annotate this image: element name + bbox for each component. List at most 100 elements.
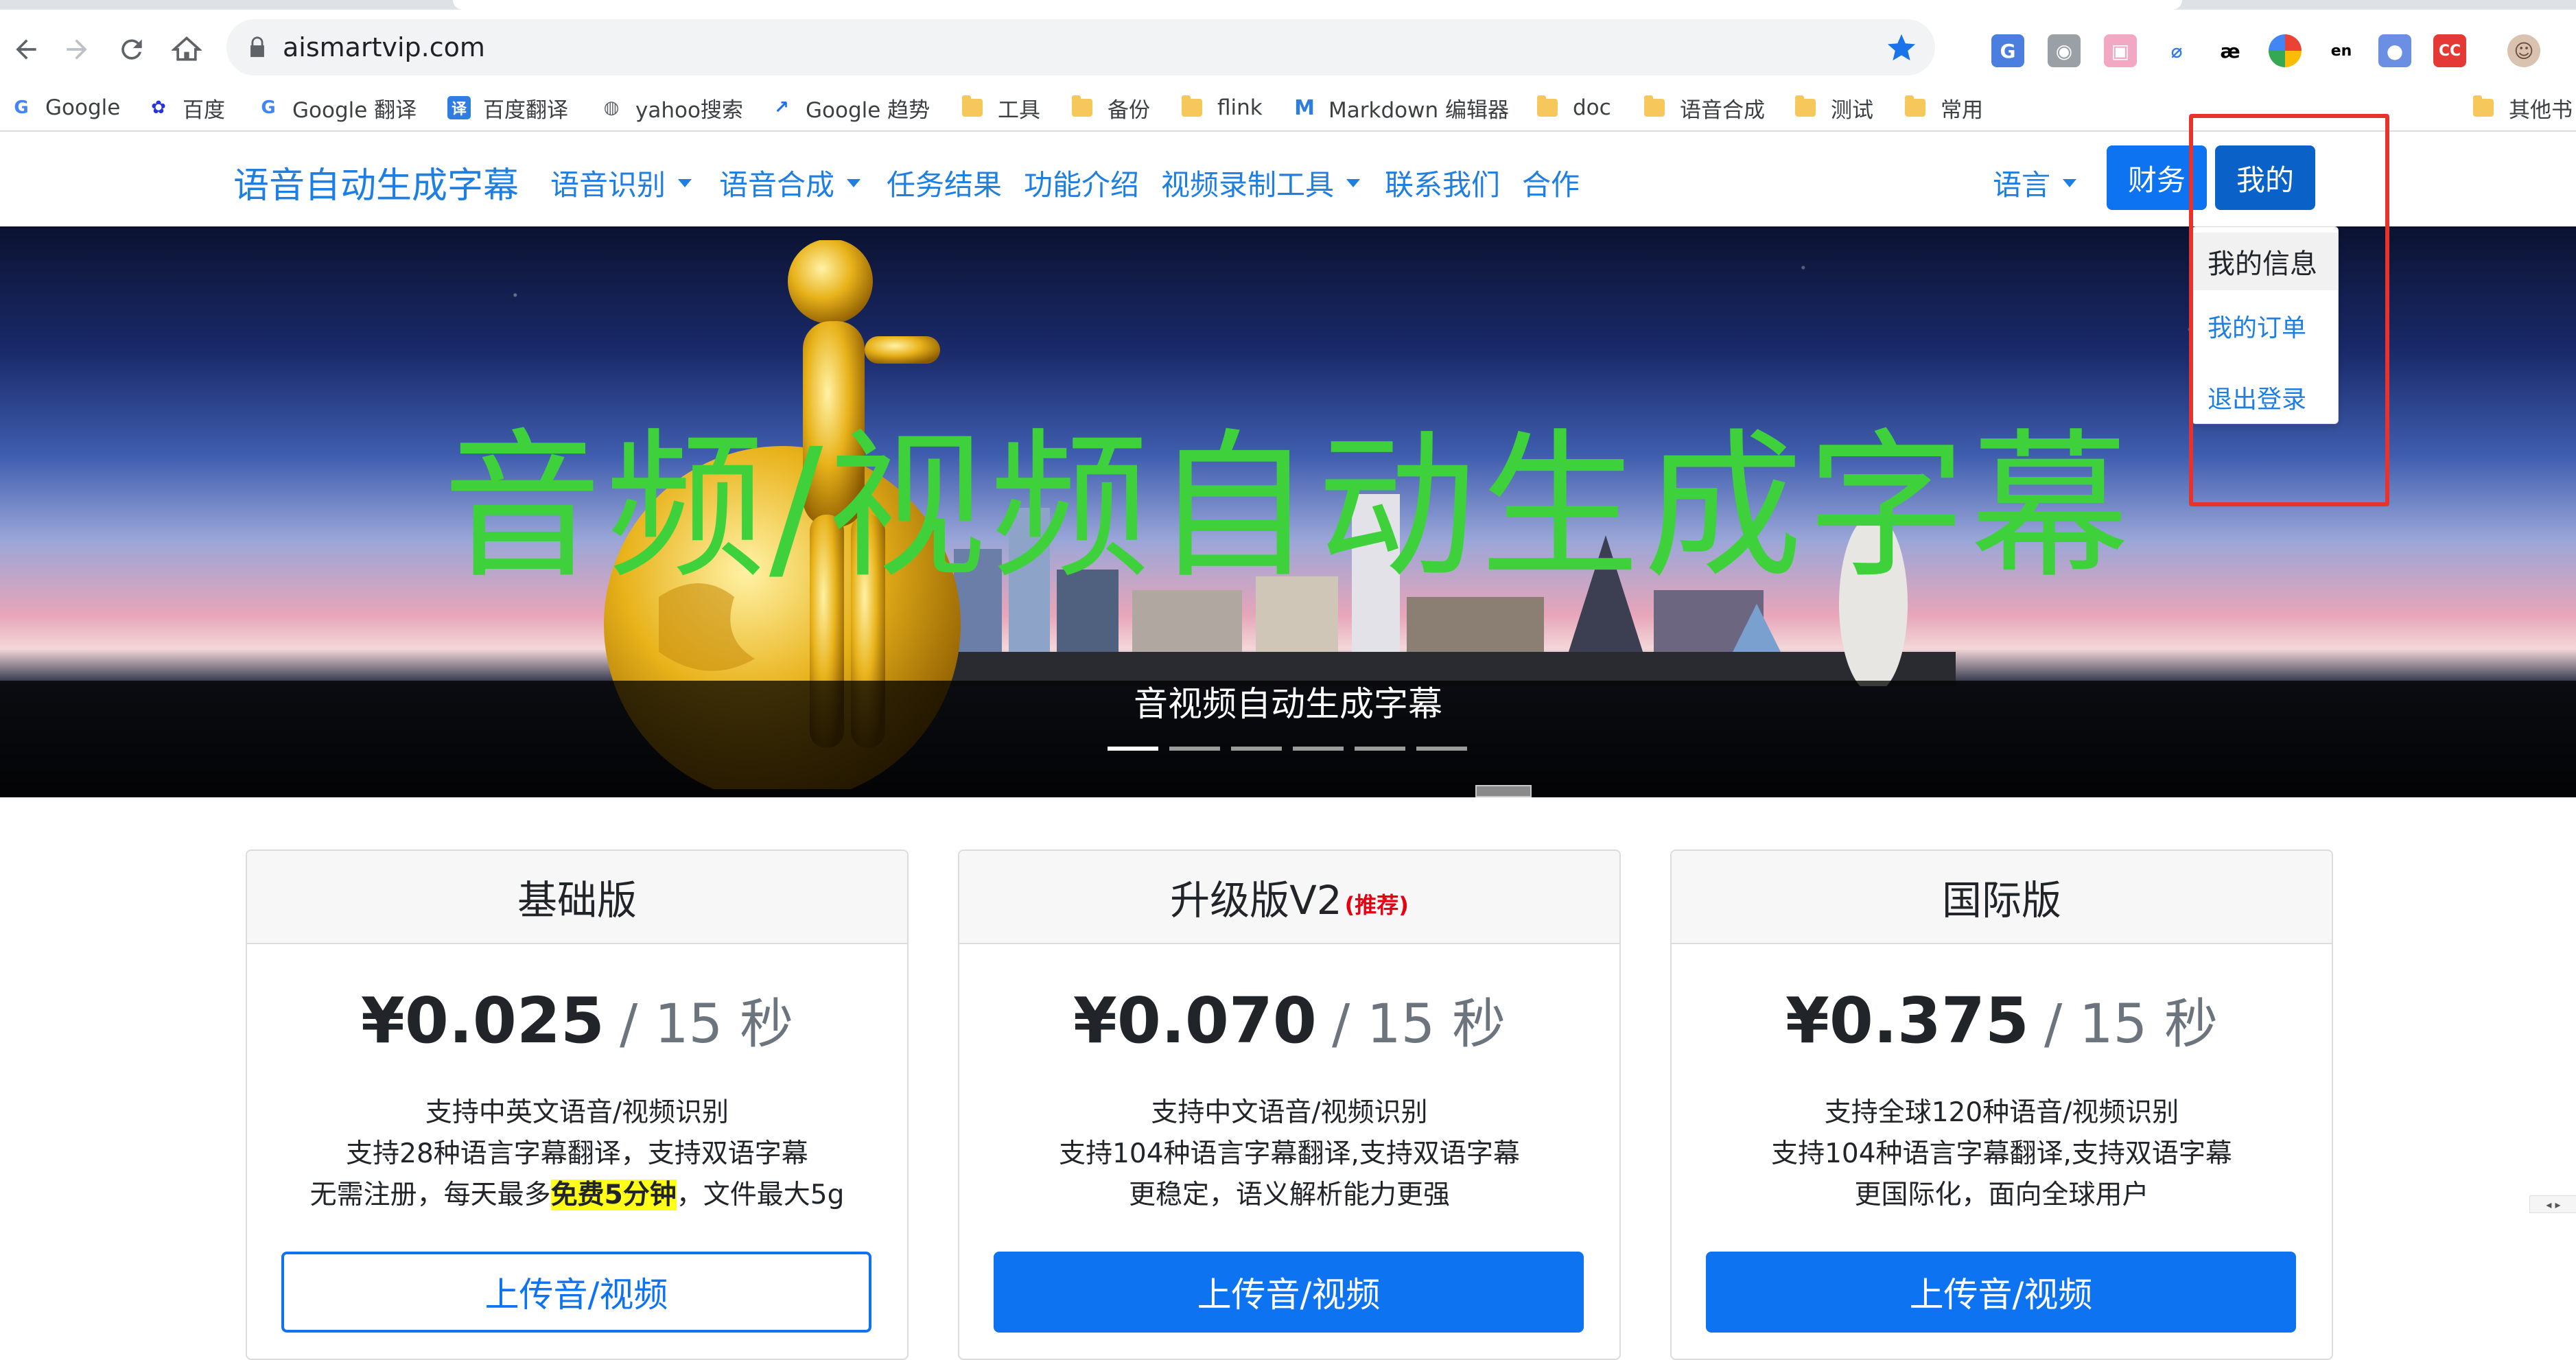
- annotation-highlight-box: [2189, 114, 2389, 506]
- bookmark-label: Google 趋势: [806, 97, 930, 123]
- nav-language[interactable]: 语言: [1993, 162, 2077, 204]
- leaf-ext-icon[interactable]: ⌀: [2160, 34, 2193, 67]
- carousel-indicator-3[interactable]: [1231, 747, 1282, 751]
- bookmark-label: Markdown 编辑器: [1328, 97, 1509, 123]
- bookmark-folder-tts[interactable]: 语音合成: [1644, 92, 1765, 124]
- folder-icon: [1905, 95, 1925, 117]
- bookmark-folder-doc[interactable]: doc: [1537, 92, 1611, 124]
- caret-down-icon: [1346, 178, 1361, 187]
- profile-avatar[interactable]: ☺: [2507, 34, 2540, 67]
- url-text[interactable]: aismartvip.com: [283, 31, 485, 64]
- bookmark-label: Google: [45, 95, 121, 120]
- caret-down-icon: [2063, 178, 2077, 187]
- home-icon[interactable]: [165, 27, 209, 71]
- folder-icon: [962, 95, 983, 117]
- bookmark-label: yahoo搜索: [635, 97, 743, 123]
- plan-card-international: 国际版 ¥0.375/ 15 秒 支持全球120种语音/视频识别 支持104种语…: [1670, 849, 2333, 1360]
- hero-caption: 音视频自动生成字幕: [1134, 684, 1442, 724]
- plan-feature: 支持中文语音/视频识别: [1151, 1097, 1428, 1128]
- browser-toolbar: aismartvip.com G ◉ ▣ ⌀ æ en ● CC ☺: [0, 10, 2576, 85]
- markdown-icon: M: [1294, 95, 1315, 120]
- bookmark-label: 常用: [1941, 97, 1983, 123]
- bookmark-label: Google 翻译: [292, 97, 417, 123]
- address-bar[interactable]: aismartvip.com: [226, 19, 1935, 75]
- nav-features[interactable]: 功能介绍: [1024, 162, 1139, 204]
- bookmark-folder-common[interactable]: 常用: [1905, 92, 1983, 124]
- bookmark-label: 百度翻译: [483, 97, 568, 123]
- nav-task-results[interactable]: 任务结果: [887, 162, 1002, 204]
- plan-feature: 更国际化，面向全球用户: [1854, 1180, 2149, 1210]
- folder-icon: [1072, 95, 1092, 117]
- bookmark-folder-tools[interactable]: 工具: [962, 92, 1040, 124]
- pink-ext-icon[interactable]: ▣: [2104, 34, 2137, 67]
- upload-button-upgrade[interactable]: 上传音/视频: [994, 1252, 1584, 1333]
- lock-icon[interactable]: [246, 36, 269, 59]
- plan-price: ¥0.375/ 15 秒: [1672, 981, 2332, 1058]
- bookmark-star-icon[interactable]: [1886, 32, 1917, 63]
- plan-feature: 支持28种语言字幕翻译，支持双语字幕: [346, 1138, 808, 1169]
- nav-speech-recognition[interactable]: 语音识别: [550, 162, 692, 204]
- carousel-indicator-5[interactable]: [1355, 747, 1405, 751]
- google-icon: G: [14, 97, 29, 118]
- price-amount: ¥0.025: [360, 984, 605, 1057]
- carousel-indicator-6[interactable]: [1416, 747, 1467, 751]
- bookmark-folder-flink[interactable]: flink: [1182, 92, 1263, 124]
- bookmark-baidu[interactable]: ✿ 百度: [147, 92, 225, 124]
- back-icon[interactable]: [4, 27, 48, 71]
- active-tab-edge[interactable]: [453, 0, 2182, 10]
- camera-ext-icon[interactable]: ◉: [2048, 34, 2081, 67]
- nav-label: 功能介绍: [1024, 168, 1140, 202]
- upload-button-basic[interactable]: 上传音/视频: [281, 1252, 871, 1333]
- trends-icon: ↗: [774, 97, 789, 118]
- plan-price: ¥0.070/ 15 秒: [959, 981, 1619, 1058]
- bookmark-label: 百度: [183, 97, 225, 123]
- brand-link[interactable]: 语音自动生成字幕: [233, 156, 519, 208]
- bookmark-markdown[interactable]: M Markdown 编辑器: [1293, 92, 1509, 124]
- bookmark-label: 工具: [998, 97, 1040, 123]
- price-amount: ¥0.375: [1785, 984, 2029, 1057]
- bookmark-baidu-translate[interactable]: 译 百度翻译: [447, 92, 568, 124]
- bookmark-google[interactable]: G Google: [10, 92, 120, 124]
- palette-ext-icon[interactable]: ●: [2378, 34, 2411, 67]
- upload-button-international[interactable]: 上传音/视频: [1706, 1252, 2296, 1333]
- nav-contact[interactable]: 联系我们: [1385, 162, 1500, 204]
- nav-speech-synthesis[interactable]: 语音合成: [719, 162, 861, 204]
- en-ext-icon[interactable]: en: [2325, 34, 2358, 67]
- feature-text: 无需注册，每天最多: [309, 1180, 551, 1210]
- bookmark-folder-test[interactable]: 测试: [1795, 92, 1873, 124]
- chrome-ring-ext-icon[interactable]: [2269, 34, 2302, 67]
- folder-icon: [1182, 95, 1202, 117]
- bookmark-folder-backup[interactable]: 备份: [1072, 92, 1150, 124]
- carousel-indicator-4[interactable]: [1293, 747, 1344, 751]
- folder-icon: [2473, 95, 2494, 117]
- bookmark-google-translate[interactable]: G Google 翻译: [257, 92, 417, 124]
- nav-label: 语音合成: [719, 168, 835, 202]
- bookmark-yahoo[interactable]: ◍ yahoo搜索: [600, 92, 743, 124]
- cc-ext-icon[interactable]: CC: [2433, 34, 2466, 67]
- nav-label: 任务结果: [887, 168, 1003, 202]
- folder-icon: [1795, 95, 1816, 117]
- forward-icon[interactable]: [55, 27, 99, 71]
- bookmark-label: doc: [1573, 95, 1611, 120]
- ae-ext-icon[interactable]: æ: [2214, 34, 2247, 67]
- carousel-indicator-2[interactable]: [1169, 747, 1220, 751]
- nav-label: 合作: [1522, 168, 1580, 202]
- bookmark-google-trends[interactable]: ↗ Google 趋势: [770, 92, 930, 124]
- nav-video-recorder[interactable]: 视频录制工具: [1161, 162, 1361, 204]
- bookmark-other[interactable]: 其他书: [2473, 92, 2573, 124]
- translate-ext-icon[interactable]: G: [1991, 34, 2024, 67]
- feature-text: ，文件最大5g: [676, 1180, 845, 1210]
- reload-icon[interactable]: [110, 27, 154, 71]
- bookmark-label: 测试: [1831, 97, 1873, 123]
- carousel-handle[interactable]: [1475, 785, 1532, 797]
- google-translate-icon: G: [261, 97, 276, 118]
- plan-card-basic: 基础版 ¥0.025/ 15 秒 支持中英文语音/视频识别 支持28种语言字幕翻…: [246, 849, 909, 1360]
- nav-cooperation[interactable]: 合作: [1522, 162, 1580, 204]
- plan-feature: 支持104种语言字幕翻译,支持双语字幕: [1059, 1138, 1520, 1169]
- caret-down-icon: [847, 178, 861, 187]
- plan-header: 基础版: [247, 851, 907, 944]
- price-unit: / 15 秒: [2044, 994, 2218, 1055]
- plan-price: ¥0.025/ 15 秒: [247, 981, 907, 1058]
- carousel-indicator-1[interactable]: [1108, 747, 1158, 751]
- side-widget-icon[interactable]: ◂ ▸: [2529, 1195, 2576, 1213]
